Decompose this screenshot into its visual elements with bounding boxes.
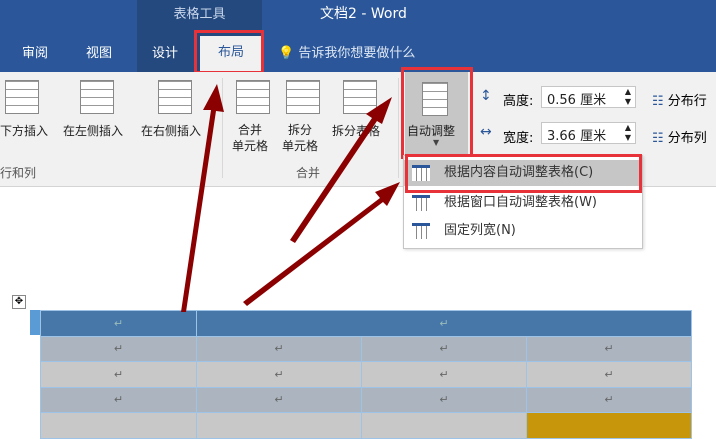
arrow-to-layout-tab [181, 84, 224, 312]
annotation-arrows [181, 84, 400, 312]
arrow-to-autofit [290, 97, 392, 243]
